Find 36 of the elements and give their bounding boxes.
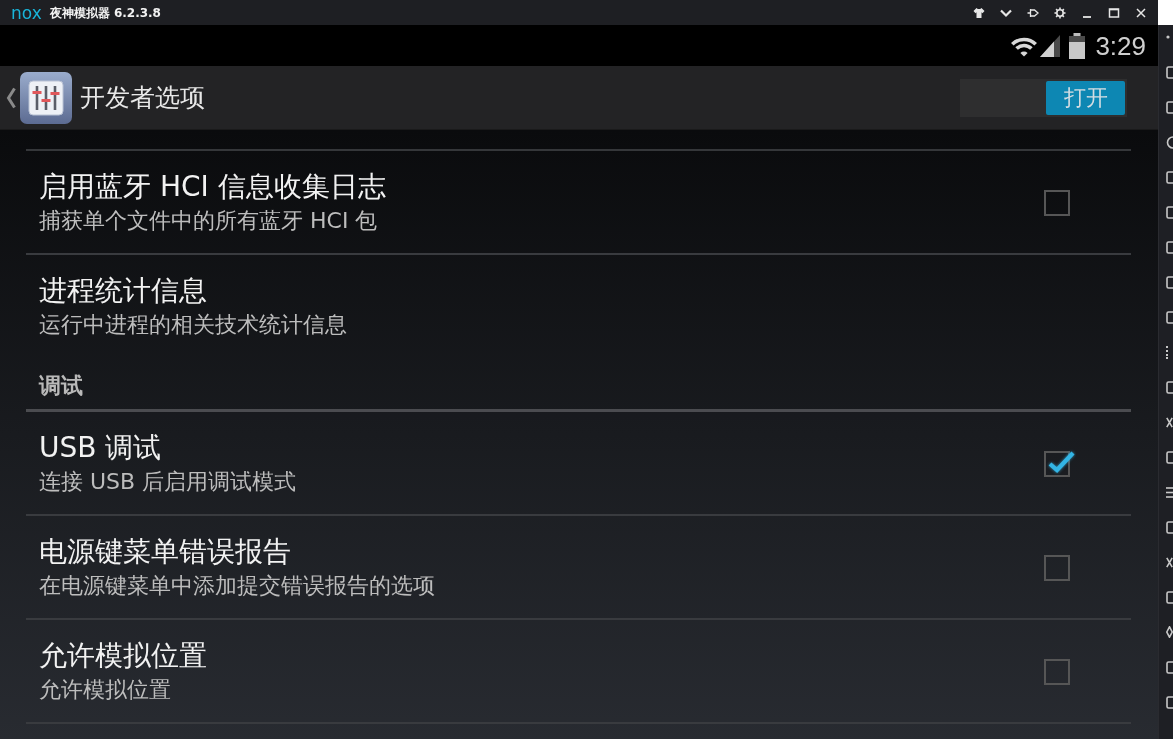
maximize-icon[interactable] xyxy=(1107,6,1120,19)
sliders-icon[interactable] xyxy=(20,71,72,124)
app-logo: nox xyxy=(11,2,42,23)
pin-icon[interactable] xyxy=(1026,6,1039,19)
checkbox[interactable] xyxy=(1044,449,1076,477)
clock-time: 3:29 xyxy=(1095,30,1146,61)
setting-summary: 允许模拟位置 xyxy=(39,677,171,703)
checkbox[interactable] xyxy=(1044,190,1070,216)
dotted-icon[interactable] xyxy=(1166,345,1170,359)
window-title: 夜神模拟器 6.2.3.8 xyxy=(49,4,161,21)
lines-icon[interactable] xyxy=(1166,486,1173,498)
screen-title: 开发者选项 xyxy=(80,81,205,114)
cross-icon[interactable] xyxy=(1166,416,1173,428)
setting-title: 允许模拟位置 xyxy=(39,639,207,673)
settings-icon[interactable] xyxy=(1053,6,1066,19)
setting-summary: 运行中进程的相关技术统计信息 xyxy=(39,312,347,338)
cross-icon[interactable] xyxy=(1166,556,1173,568)
signal-icon xyxy=(1040,34,1061,57)
section-header: 调试 xyxy=(39,373,83,398)
setting-summary: 在电源键菜单中添加提交错误报告的选项 xyxy=(39,573,435,599)
setting-summary: 捕获单个文件中的所有蓝牙 HCI 包 xyxy=(39,208,378,234)
dot-icon[interactable] xyxy=(1166,35,1170,39)
switch-thumb[interactable]: 打开 xyxy=(1046,80,1125,115)
setting-title: 启用蓝牙 HCI 信息收集日志 xyxy=(39,170,386,204)
toggle-switch[interactable]: 打开 xyxy=(960,78,1127,117)
checkbox[interactable] xyxy=(1044,555,1070,581)
setting-title: USB 调试 xyxy=(39,431,162,465)
setting-summary: 连接 USB 后启用调试模式 xyxy=(39,469,297,495)
setting-title: 进程统计信息 xyxy=(39,274,207,308)
checkbox[interactable] xyxy=(1044,659,1070,685)
back-caret-icon[interactable] xyxy=(6,86,16,109)
battery-icon xyxy=(1069,32,1086,59)
shirt-icon[interactable] xyxy=(972,6,985,19)
close-icon[interactable] xyxy=(1134,6,1147,19)
setting-title: 电源键菜单错误报告 xyxy=(39,535,291,569)
diamond-icon[interactable] xyxy=(1166,626,1173,638)
